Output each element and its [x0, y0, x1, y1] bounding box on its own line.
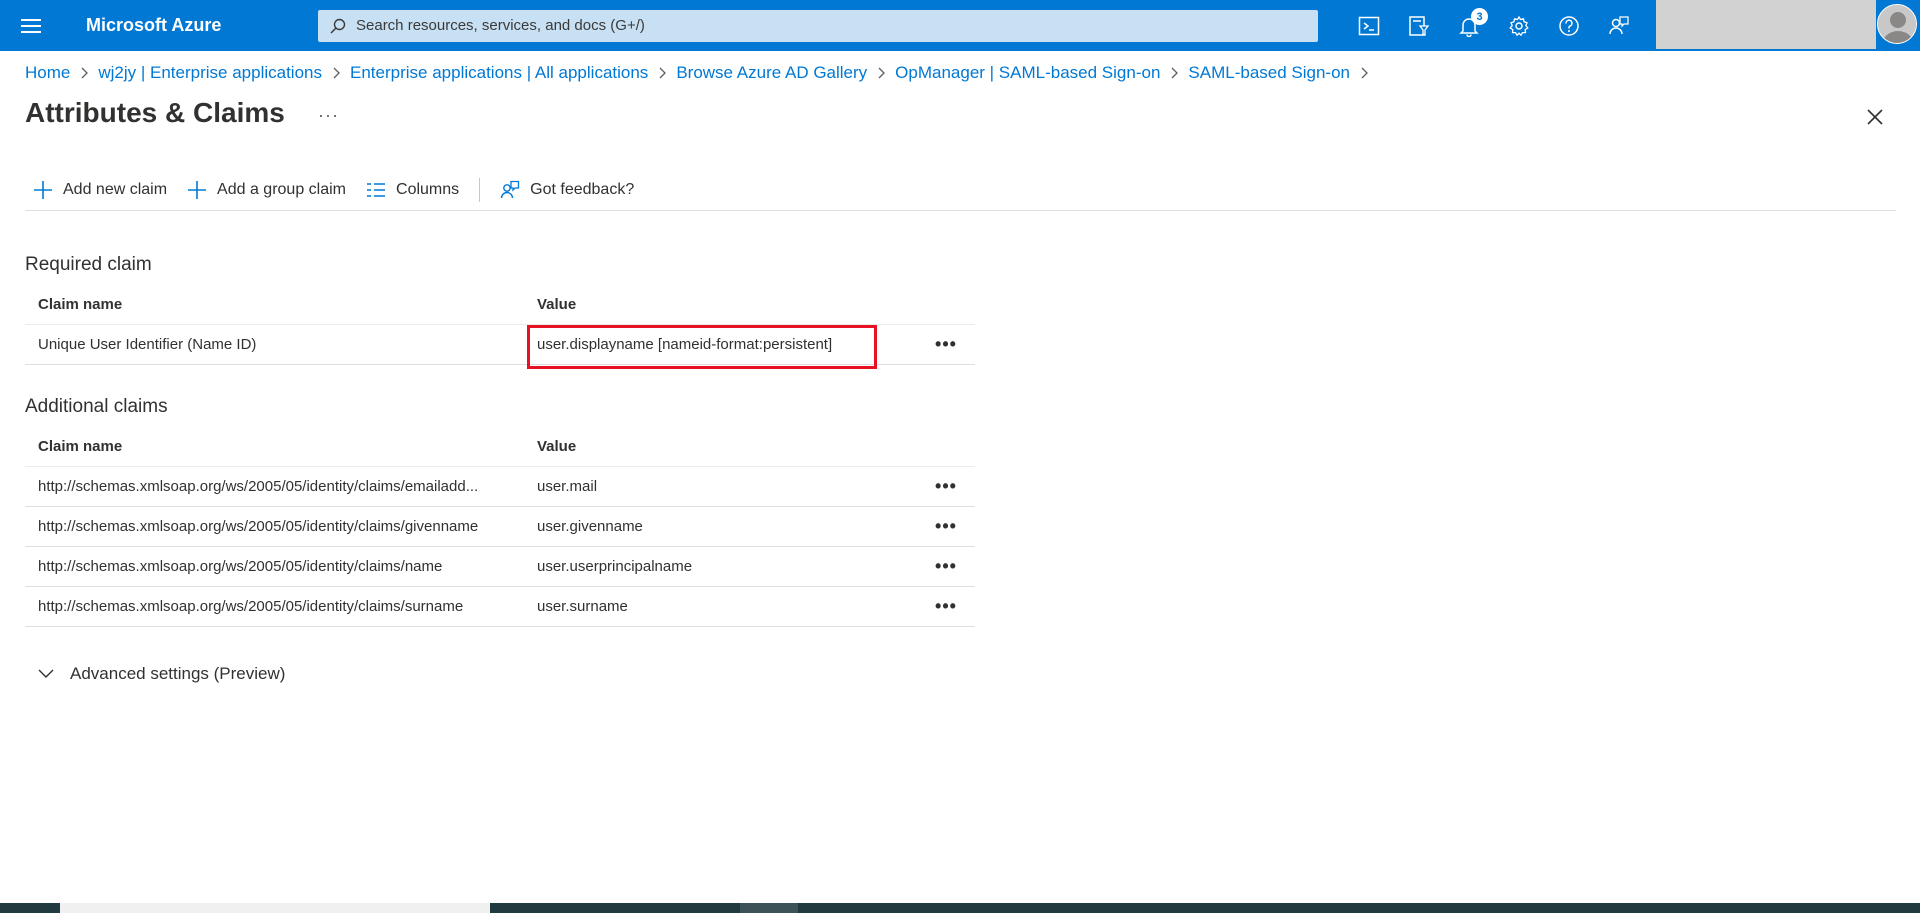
- row-more-button[interactable]: •••: [917, 596, 975, 617]
- columns-icon: [367, 183, 386, 197]
- value-header[interactable]: Value: [537, 438, 917, 455]
- got-feedback-label: Got feedback?: [530, 181, 635, 198]
- taskbar-app[interactable]: [740, 903, 798, 913]
- row-more-button[interactable]: •••: [917, 556, 975, 577]
- add-group-claim-label: Add a group claim: [217, 181, 347, 198]
- close-icon: [1867, 109, 1883, 125]
- breadcrumb: Home wj2jy | Enterprise applications Ent…: [25, 63, 1378, 83]
- directory-filter-button[interactable]: [1394, 0, 1444, 51]
- claim-value-cell[interactable]: user.displayname [nameid-format:persiste…: [527, 325, 917, 369]
- required-claim-heading: Required claim: [25, 254, 152, 275]
- help-icon: [1559, 15, 1579, 36]
- claim-value-cell[interactable]: user.userprincipalname: [537, 558, 917, 575]
- table-header: Claim name Value: [25, 285, 975, 325]
- settings-button[interactable]: [1494, 0, 1544, 51]
- breadcrumb-azure-ad-gallery[interactable]: Browse Azure AD Gallery: [676, 63, 867, 83]
- columns-button[interactable]: Columns: [366, 180, 459, 200]
- claim-name-cell[interactable]: http://schemas.xmlsoap.org/ws/2005/05/id…: [25, 478, 537, 495]
- advanced-settings-label: Advanced settings (Preview): [70, 664, 286, 683]
- row-more-button[interactable]: •••: [917, 334, 975, 355]
- directory-filter-icon: [1409, 15, 1430, 36]
- search-input[interactable]: [356, 17, 1256, 34]
- menu-button[interactable]: [0, 0, 62, 51]
- toolbar-divider-line: [25, 210, 1896, 211]
- add-new-claim-button[interactable]: Add new claim: [33, 180, 167, 200]
- table-row[interactable]: http://schemas.xmlsoap.org/ws/2005/05/id…: [25, 507, 975, 547]
- additional-claims-heading: Additional claims: [25, 396, 168, 417]
- hamburger-icon: [21, 18, 41, 33]
- claim-value-cell[interactable]: user.givenname: [537, 518, 917, 535]
- top-bar: Microsoft Azure 3: [0, 0, 1920, 51]
- chevron-right-icon: [322, 67, 350, 79]
- row-more-button[interactable]: •••: [917, 516, 975, 537]
- chevron-right-icon: [648, 67, 676, 79]
- chevron-right-icon: [867, 67, 895, 79]
- taskbar: [0, 903, 1920, 913]
- notifications-button[interactable]: 3: [1444, 0, 1494, 51]
- claim-value-cell[interactable]: user.surname: [537, 598, 917, 615]
- breadcrumb-enterprise-applications[interactable]: wj2jy | Enterprise applications: [98, 63, 322, 83]
- gear-icon: [1509, 15, 1529, 36]
- feedback-icon: [500, 180, 520, 199]
- claim-name-header[interactable]: Claim name: [25, 296, 537, 313]
- table-row[interactable]: http://schemas.xmlsoap.org/ws/2005/05/id…: [25, 587, 975, 627]
- plus-icon: [34, 181, 52, 199]
- breadcrumb-all-applications[interactable]: Enterprise applications | All applicatio…: [350, 63, 648, 83]
- breadcrumb-home[interactable]: Home: [25, 63, 70, 83]
- add-group-claim-button[interactable]: Add a group claim: [187, 180, 346, 200]
- claim-name-cell[interactable]: http://schemas.xmlsoap.org/ws/2005/05/id…: [25, 558, 537, 575]
- claim-name-cell[interactable]: http://schemas.xmlsoap.org/ws/2005/05/id…: [25, 598, 537, 615]
- cloud-shell-icon: [1358, 16, 1380, 35]
- table-header: Claim name Value: [25, 427, 975, 467]
- table-row[interactable]: http://schemas.xmlsoap.org/ws/2005/05/id…: [25, 467, 975, 507]
- claim-name-header[interactable]: Claim name: [25, 438, 537, 455]
- command-bar: Add new claim Add a group claim Columns …: [25, 176, 654, 204]
- table-row[interactable]: Unique User Identifier (Name ID) user.di…: [25, 325, 975, 369]
- feedback-button[interactable]: [1594, 0, 1644, 51]
- claim-name-cell[interactable]: http://schemas.xmlsoap.org/ws/2005/05/id…: [25, 518, 537, 535]
- brand-title[interactable]: Microsoft Azure: [62, 15, 326, 36]
- breadcrumb-opmanager[interactable]: OpManager | SAML-based Sign-on: [895, 63, 1160, 83]
- add-new-claim-label: Add new claim: [63, 181, 168, 198]
- close-button[interactable]: [1864, 106, 1886, 128]
- toolbar-divider: [479, 178, 481, 202]
- additional-claims-table: Claim name Value http://schemas.xmlsoap.…: [25, 427, 975, 627]
- advanced-settings-toggle[interactable]: Advanced settings (Preview): [38, 664, 285, 684]
- columns-label: Columns: [396, 181, 460, 198]
- feedback-icon: [1609, 15, 1629, 34]
- table-row[interactable]: http://schemas.xmlsoap.org/ws/2005/05/id…: [25, 547, 975, 587]
- notification-badge: 3: [1471, 8, 1488, 25]
- chevron-right-icon: [70, 67, 98, 79]
- taskbar-search[interactable]: [60, 903, 490, 913]
- help-button[interactable]: [1544, 0, 1594, 51]
- got-feedback-button[interactable]: Got feedback?: [500, 180, 634, 200]
- breadcrumb-saml-sign-on[interactable]: SAML-based Sign-on: [1188, 63, 1350, 83]
- title-more-button[interactable]: ···: [318, 105, 339, 126]
- user-icon: [1878, 5, 1916, 43]
- value-header[interactable]: Value: [537, 296, 917, 313]
- cloud-shell-button[interactable]: [1344, 0, 1394, 51]
- page-title: Attributes & Claims: [25, 97, 285, 128]
- plus-icon: [188, 181, 207, 199]
- chevron-right-icon: [1160, 67, 1188, 79]
- search-icon: [330, 18, 346, 34]
- account-info[interactable]: [1656, 0, 1876, 49]
- chevron-down-icon: [38, 669, 54, 678]
- chevron-right-icon: [1350, 67, 1378, 79]
- claim-name-cell[interactable]: Unique User Identifier (Name ID): [25, 336, 537, 353]
- claim-value-cell[interactable]: user.mail: [537, 478, 917, 495]
- required-claims-table: Claim name Value Unique User Identifier …: [25, 285, 975, 369]
- avatar[interactable]: [1877, 4, 1917, 44]
- search-box[interactable]: [318, 9, 1318, 42]
- row-more-button[interactable]: •••: [917, 476, 975, 497]
- highlight-box: [527, 325, 877, 369]
